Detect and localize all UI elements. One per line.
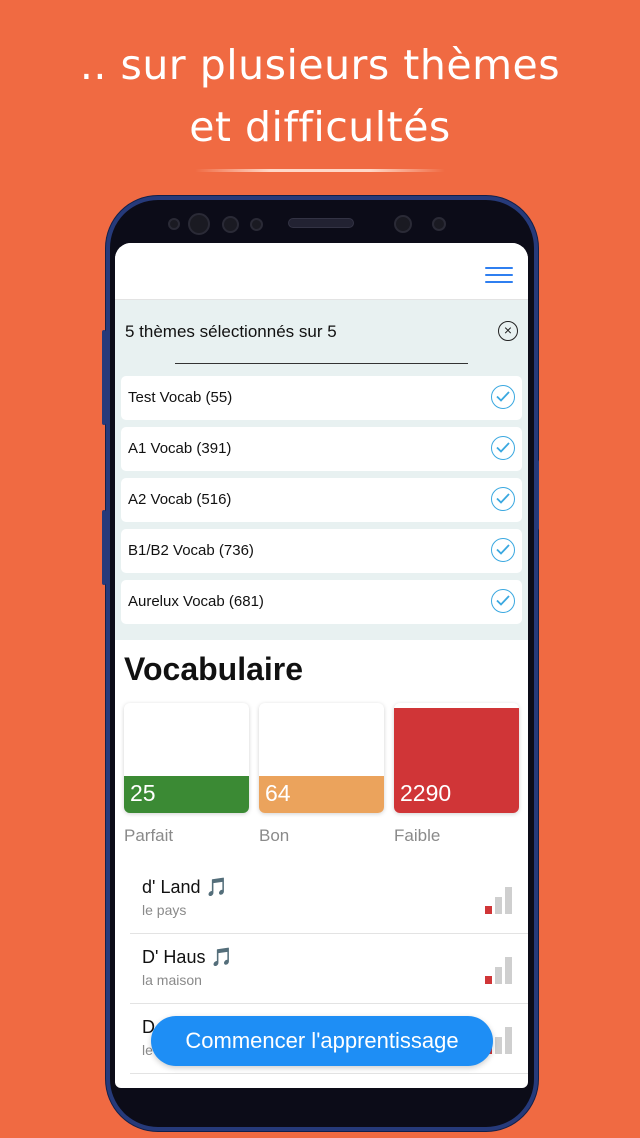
theme-label: Test Vocab (55): [128, 389, 233, 406]
close-icon[interactable]: ×: [498, 321, 518, 341]
signal-level-low-icon: [485, 954, 515, 984]
stat-value: 2290: [394, 708, 519, 813]
headline-line-1: .. sur plusieurs thèmes: [79, 41, 561, 89]
stat-card-faible[interactable]: 2290: [394, 703, 519, 813]
hamburger-menu-icon[interactable]: [485, 267, 513, 285]
camera-sensor-icon: [250, 218, 263, 231]
stat-label: Bon: [259, 826, 290, 845]
theme-label: A2 Vocab (516): [128, 491, 232, 508]
app-screen: 5 thèmes sélectionnés sur 5 × Test Vocab…: [115, 243, 528, 1088]
theme-item[interactable]: A1 Vocab (391): [121, 427, 522, 471]
theme-item[interactable]: A2 Vocab (516): [121, 478, 522, 522]
word-translation: le pays: [142, 902, 187, 918]
phone-side-button: [102, 510, 106, 585]
start-learning-button[interactable]: Commencer l'apprentissage: [151, 1016, 493, 1066]
theme-label: B1/B2 Vocab (736): [128, 542, 254, 559]
check-circle-icon[interactable]: [491, 538, 515, 562]
top-bar: [115, 243, 528, 300]
headline: .. sur plusieurs thèmes et difficultés: [0, 34, 640, 158]
theme-item[interactable]: Test Vocab (55): [121, 376, 522, 420]
themes-divider: [175, 363, 468, 364]
themes-selected-count: 5 thèmes sélectionnés sur 5: [125, 322, 337, 341]
headline-line-2: et difficultés: [189, 103, 451, 151]
stat-card-parfait[interactable]: 25: [124, 703, 249, 813]
camera-sensor-icon: [188, 213, 210, 235]
stat-label: Faible: [394, 826, 441, 845]
list-item[interactable]: D' Haus 🎵 la maison: [130, 934, 528, 1004]
headline-divider: [195, 169, 445, 172]
list-item[interactable]: d' Land 🎵 le pays: [130, 864, 528, 934]
word-term: d' Land 🎵: [142, 877, 228, 897]
earpiece-speaker: [288, 218, 354, 228]
camera-sensor-icon: [222, 216, 239, 233]
stat-value: 64: [259, 776, 384, 813]
front-camera-icon: [394, 215, 412, 233]
section-title: Vocabulaire: [124, 651, 304, 687]
theme-label: Aurelux Vocab (681): [128, 593, 264, 610]
check-circle-icon[interactable]: [491, 385, 515, 409]
camera-sensor-icon: [432, 217, 446, 231]
check-circle-icon[interactable]: [491, 436, 515, 460]
theme-item[interactable]: B1/B2 Vocab (736): [121, 529, 522, 573]
camera-sensor-icon: [168, 218, 180, 230]
check-circle-icon[interactable]: [491, 589, 515, 613]
stat-label: Parfait: [124, 826, 174, 845]
word-term: D' Haus 🎵: [142, 947, 233, 967]
phone-side-button: [102, 330, 106, 425]
check-circle-icon[interactable]: [491, 487, 515, 511]
theme-label: A1 Vocab (391): [128, 440, 232, 457]
word-translation: la maison: [142, 972, 202, 988]
stat-card-bon[interactable]: 64: [259, 703, 384, 813]
phone-side-button: [535, 460, 539, 530]
stat-value: 25: [124, 776, 249, 813]
themes-panel: 5 thèmes sélectionnés sur 5 × Test Vocab…: [115, 300, 528, 640]
theme-item[interactable]: Aurelux Vocab (681): [121, 580, 522, 624]
signal-level-low-icon: [485, 884, 515, 914]
